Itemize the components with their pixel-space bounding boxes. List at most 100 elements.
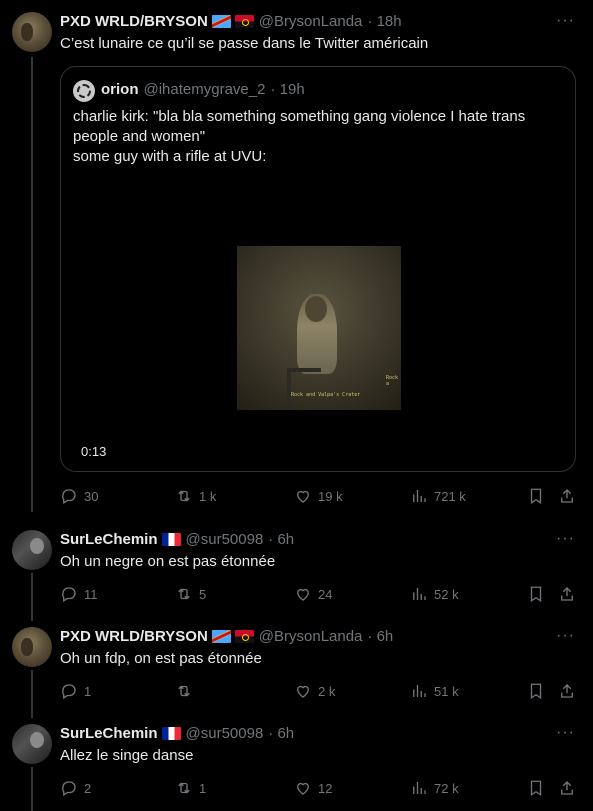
share-button[interactable] — [558, 486, 582, 506]
action-bar: 1 2 k 51 k — [60, 681, 580, 701]
views-button[interactable]: 72 k — [410, 778, 459, 798]
tweet[interactable]: SurLeChemin @sur50098 · 6h ··· Oh un neg… — [0, 520, 593, 617]
reply-button[interactable]: 11 — [60, 584, 98, 604]
reply-count: 11 — [84, 586, 98, 602]
views-count: 51 k — [434, 683, 459, 699]
quoted-tweet[interactable]: orion @ihatemygrave_2 · 19h charlie kirk… — [60, 66, 576, 472]
retweet-count: 5 — [199, 586, 207, 602]
share-icon — [561, 684, 573, 698]
like-button[interactable]: 12 — [294, 778, 332, 798]
views-button[interactable]: 52 k — [410, 584, 459, 604]
views-icon — [413, 490, 426, 502]
flag-france-icon — [161, 532, 181, 546]
tweet-header: PXD WRLD/BRYSON @BrysonLanda · 6h — [60, 626, 393, 646]
like-button[interactable]: 24 — [294, 584, 332, 604]
avatar[interactable] — [12, 530, 52, 570]
tweet[interactable]: PXD WRLD/BRYSON @BrysonLanda · 18h ··· C… — [0, 0, 593, 520]
bookmark-button[interactable] — [527, 584, 551, 604]
like-count: 24 — [318, 586, 333, 602]
more-options-icon[interactable]: ··· — [556, 627, 575, 645]
action-bar: 30 1 k 19 k 721 k — [60, 486, 580, 506]
author-handle[interactable]: @sur50098 — [186, 531, 264, 548]
share-button[interactable] — [558, 681, 582, 701]
like-count: 2 k — [318, 683, 336, 699]
reply-count: 2 — [84, 780, 92, 796]
retweet-count: 1 k — [199, 488, 217, 504]
flag-angola-icon — [234, 629, 254, 643]
action-bar: 11 5 24 52 k — [60, 584, 580, 604]
timestamp[interactable]: · 6h — [268, 531, 294, 548]
avatar[interactable] — [12, 12, 52, 52]
quote-text: charlie kirk: "bla bla something somethi… — [73, 107, 563, 167]
retweet-button[interactable] — [175, 681, 199, 701]
bookmark-button[interactable] — [527, 778, 551, 798]
more-options-icon[interactable]: ··· — [556, 530, 575, 548]
share-icon — [561, 781, 573, 795]
bookmark-icon — [530, 683, 542, 700]
flag-drc-icon — [211, 14, 231, 28]
video-player[interactable]: Rock and Valpa's Crater Rock a — [237, 246, 401, 410]
timestamp[interactable]: · 18h — [367, 13, 401, 30]
share-icon — [561, 489, 573, 503]
heart-icon — [297, 588, 309, 601]
share-button[interactable] — [558, 778, 582, 798]
reply-icon — [62, 684, 76, 699]
author-name[interactable]: SurLeChemin — [60, 725, 158, 742]
reply-button[interactable]: 2 — [60, 778, 91, 798]
reply-count: 30 — [84, 488, 99, 504]
share-icon — [561, 587, 573, 601]
author-name[interactable]: PXD WRLD/BRYSON — [60, 628, 208, 645]
share-button[interactable] — [558, 584, 582, 604]
timestamp[interactable]: · 6h — [268, 725, 294, 742]
like-button[interactable]: 2 k — [294, 681, 335, 701]
author-handle[interactable]: @BrysonLanda — [259, 628, 363, 645]
video-duration: 0:13 — [81, 444, 107, 459]
views-icon — [413, 685, 426, 697]
bookmark-icon — [530, 780, 542, 797]
tweet[interactable]: PXD WRLD/BRYSON @BrysonLanda · 6h ··· Oh… — [0, 617, 593, 714]
avatar[interactable] — [12, 627, 52, 667]
retweet-button[interactable]: 1 — [175, 778, 206, 798]
tweet-header: SurLeChemin @sur50098 · 6h — [60, 529, 294, 549]
reply-button[interactable]: 30 — [60, 486, 98, 506]
author-handle[interactable]: @BrysonLanda — [259, 13, 363, 30]
timestamp[interactable]: · 6h — [367, 628, 393, 645]
bookmark-button[interactable] — [527, 486, 551, 506]
author-handle[interactable]: @ihatemygrave_2 — [144, 81, 266, 98]
bookmark-icon — [530, 586, 542, 603]
author-name[interactable]: SurLeChemin — [60, 531, 158, 548]
views-count: 52 k — [434, 586, 459, 602]
views-button[interactable]: 721 k — [410, 486, 466, 506]
flag-angola-icon — [234, 14, 254, 28]
retweet-button[interactable]: 1 k — [175, 486, 216, 506]
video-caption: Rock and Valpa's Crater — [291, 392, 361, 398]
avatar[interactable] — [73, 80, 95, 102]
tweet[interactable]: SurLeChemin @sur50098 · 6h ··· Allez le … — [0, 714, 593, 811]
video-railing — [287, 368, 321, 410]
more-options-icon[interactable]: ··· — [556, 724, 575, 742]
tweet-text: Allez le singe danse — [60, 747, 194, 764]
retweet-icon — [178, 588, 190, 600]
views-button[interactable]: 51 k — [410, 681, 459, 701]
reply-button[interactable]: 1 — [60, 681, 91, 701]
author-name[interactable]: orion — [101, 81, 139, 98]
quote-header: orion @ihatemygrave_2 · 19h — [101, 81, 305, 98]
like-count: 12 — [318, 780, 333, 796]
like-button[interactable]: 19 k — [294, 486, 343, 506]
timestamp[interactable]: · 19h — [270, 81, 304, 98]
tweet-text: C’est lunaire ce qu’il se passe dans le … — [60, 35, 429, 52]
author-name[interactable]: PXD WRLD/BRYSON — [60, 13, 208, 30]
retweet-button[interactable]: 5 — [175, 584, 206, 604]
more-options-icon[interactable]: ··· — [556, 12, 575, 30]
quote-text-line: some guy with a rifle at UVU: — [73, 148, 267, 165]
author-handle[interactable]: @sur50098 — [186, 725, 264, 742]
bookmark-button[interactable] — [527, 681, 551, 701]
flag-france-icon — [161, 726, 181, 740]
tweet-header: SurLeChemin @sur50098 · 6h — [60, 723, 294, 743]
retweet-icon — [178, 782, 190, 794]
reply-count: 1 — [84, 683, 92, 699]
retweet-count: 1 — [199, 780, 207, 796]
avatar[interactable] — [12, 724, 52, 764]
views-icon — [413, 588, 426, 600]
reply-icon — [62, 781, 76, 796]
